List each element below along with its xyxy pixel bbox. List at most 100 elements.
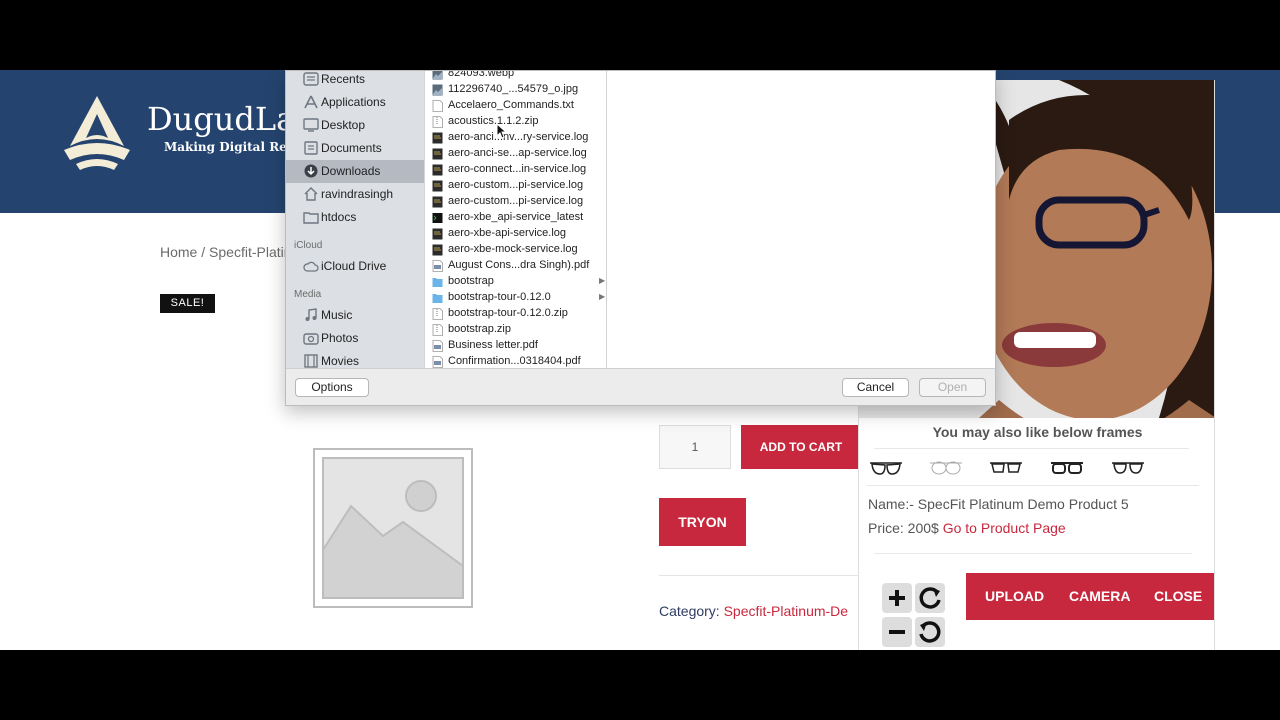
executable-file-icon [432,213,443,223]
sidebar-item-htdocs[interactable]: htdocs [286,206,424,229]
file-name: Accelaero_Commands.txt [448,99,574,111]
close-button[interactable]: CLOSE [1154,573,1202,620]
sidebar-item-label: iCloud Drive [321,259,387,273]
file-name: August Cons...dra Singh).pdf [448,259,590,271]
sidebar-section-icloud: iCloud [294,240,323,251]
music-icon [305,308,317,321]
sidebar-item-icloud-drive[interactable]: iCloud Drive [286,255,424,278]
file-name: bootstrap [448,275,494,287]
rotate-counterclockwise-icon[interactable] [915,617,945,647]
site-logo-title[interactable]: DugudLa [147,100,295,138]
log-file-icon [432,196,443,208]
tryon-button[interactable]: TRYON [659,498,746,546]
sidebar-item-documents[interactable]: Documents [286,137,424,160]
category-link[interactable]: Specfit-Platinum-De [724,603,849,619]
file-name: bootstrap-tour-0.12.0.zip [448,307,568,319]
film-icon [304,354,318,368]
divider [659,575,859,576]
file-row[interactable]: acoustics.1.1.2.zip [425,114,606,130]
image-file-icon [432,71,443,80]
sidebar-section-media: Media [294,289,322,300]
file-row[interactable]: August Cons...dra Singh).pdf [425,258,606,274]
dialog-footer: Options Cancel Open [286,368,995,405]
mouse-cursor-icon [496,123,506,139]
site-tagline: Making Digital Revo [164,140,302,154]
file-row[interactable]: Business letter.pdf [425,338,606,354]
file-row[interactable]: 112296740_...54579_o.jpg [425,82,606,98]
sidebar-item-music[interactable]: Music [286,304,424,327]
sidebar-item-movies[interactable]: Movies [286,350,424,368]
options-button[interactable]: Options [295,378,369,397]
upload-button[interactable]: UPLOAD [985,573,1044,620]
divider [874,448,1189,449]
file-row[interactable]: Confirmation...0318404.pdf [425,354,606,368]
letterbox-bottom [0,650,1280,720]
log-file-icon [432,180,443,192]
glasses-icon[interactable] [928,458,964,478]
rotate-clockwise-icon[interactable] [915,583,945,613]
product-price: Price: 200$ Go to Product Page [868,520,1066,536]
file-name: bootstrap-tour-0.12.0 [448,291,551,303]
download-icon [304,164,318,178]
disclosure-arrow-icon: ▶ [599,292,606,301]
file-row[interactable]: bootstrap-tour-0.12.0.zip [425,306,606,322]
file-row[interactable]: aero-xbe_api-service_latest [425,210,606,226]
glasses-icon[interactable] [1110,458,1146,478]
file-row[interactable]: aero-xbe-mock-service.log [425,242,606,258]
zoom-in-icon[interactable] [882,583,912,613]
folder-row[interactable]: bootstrap ▶ [425,274,606,290]
divider [874,553,1192,554]
sidebar-item-downloads[interactable]: Downloads [286,160,424,183]
folder-icon [432,278,443,287]
file-row[interactable]: aero-connect...in-service.log [425,162,606,178]
file-row[interactable]: aero-anci-se...ap-service.log [425,146,606,162]
disclosure-arrow-icon: ▶ [599,276,606,285]
camera-icon [303,333,319,345]
sidebar-item-photos[interactable]: Photos [286,327,424,350]
sidebar-item-recents[interactable]: Recents [286,71,424,91]
file-row[interactable]: aero-custom...pi-service.log [425,178,606,194]
file-row[interactable]: aero-custom...pi-service.log [425,194,606,210]
price-label: Price: 200$ [868,520,943,536]
file-row[interactable]: aero-xbe-api-service.log [425,226,606,242]
file-name: aero-custom...pi-service.log [448,195,584,207]
log-file-icon [432,132,443,144]
glasses-icon[interactable] [1049,458,1085,478]
breadcrumb-separator: / [197,244,210,260]
suggest-title: You may also like below frames [932,424,1143,440]
file-name: 824093.webp [448,71,515,79]
file-row[interactable]: aero-anci...nv...ry-service.log [425,130,606,146]
breadcrumb-home-link[interactable]: Home [160,244,197,260]
file-row[interactable]: 824093.webp [425,71,606,82]
glasses-icon[interactable] [868,458,904,478]
breadcrumb: Home / Specfit-Platin [160,244,292,260]
file-row[interactable]: Accelaero_Commands.txt [425,98,606,114]
tryon-action-bar: UPLOAD CAMERA CLOSE [966,573,1214,620]
product-page-link[interactable]: Go to Product Page [943,520,1066,536]
zoom-out-icon[interactable] [882,617,912,647]
quantity-input[interactable]: 1 [659,425,731,469]
clock-icon [303,72,319,86]
open-button[interactable]: Open [919,378,986,397]
pdf-file-icon [432,356,443,368]
applications-icon [304,95,318,109]
add-to-cart-button[interactable]: ADD TO CART [741,425,861,469]
category-label: Category: [659,603,724,619]
folder-row[interactable]: bootstrap-tour-0.12.0 ▶ [425,290,606,306]
pdf-file-icon [432,260,443,272]
file-name: aero-connect...in-service.log [448,163,587,175]
divider [867,485,1199,486]
letterbox-top [0,0,1280,70]
file-name: aero-anci-se...ap-service.log [448,147,587,159]
sidebar-item-home[interactable]: ravindrasingh [286,183,424,206]
sidebar-item-label: Movies [321,354,360,368]
product-name: Name:- SpecFit Platinum Demo Product 5 [868,496,1129,512]
breadcrumb-current[interactable]: Specfit-Platin [209,244,291,260]
sidebar-item-desktop[interactable]: Desktop [286,114,424,137]
glasses-icon[interactable] [988,458,1024,478]
camera-button[interactable]: CAMERA [1069,573,1130,620]
sidebar-item-applications[interactable]: Applications [286,91,424,114]
cancel-button[interactable]: Cancel [842,378,909,397]
zip-file-icon [432,324,443,336]
file-row[interactable]: bootstrap.zip [425,322,606,338]
